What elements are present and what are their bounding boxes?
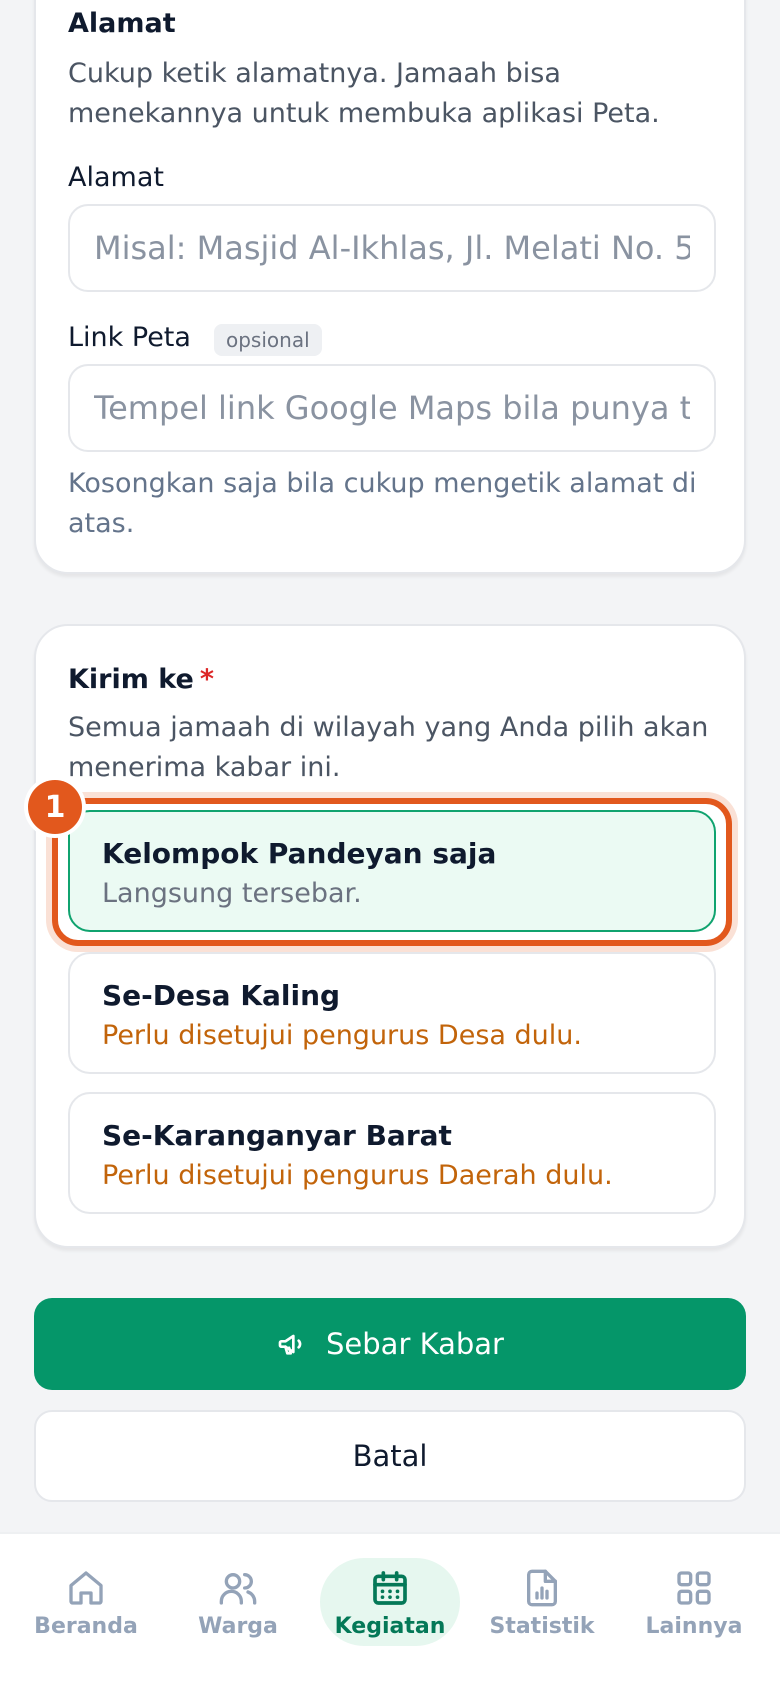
option-subtitle: Perlu disetujui pengurus Daerah dulu. — [102, 1160, 613, 1191]
calendar-icon — [373, 1571, 407, 1605]
option-subtitle: Langsung tersebar. — [102, 878, 362, 909]
chart-file-icon — [527, 1569, 557, 1607]
megaphone-icon — [278, 1334, 302, 1355]
nav-beranda[interactable]: Beranda — [16, 1534, 156, 1688]
send-to-card: Kirim ke * Semua jamaah di wilayah yang A… — [28, 624, 746, 1248]
address-section-desc: Cukup ketik alamatnya. Jamaah bisa menek… — [68, 58, 660, 129]
required-mark: * — [199, 664, 214, 695]
option-title: Se-Karanganyar Barat — [102, 1119, 452, 1152]
nav-lainnya[interactable]: Lainnya — [624, 1534, 764, 1688]
nav-label: Statistik — [489, 1614, 595, 1639]
nav-label: Warga — [198, 1614, 278, 1639]
nav-kegiatan[interactable]: Kegiatan — [320, 1534, 460, 1688]
nav-label: Beranda — [34, 1614, 138, 1639]
nav-warga[interactable]: Warga — [168, 1534, 308, 1688]
option-subtitle: Perlu disetujui pengurus Desa dulu. — [102, 1020, 582, 1051]
grid-icon — [677, 1571, 711, 1605]
sebar-kabar-label: Sebar Kabar — [326, 1327, 504, 1361]
sebar-kabar-button[interactable]: Sebar Kabar — [34, 1298, 746, 1390]
step-marker: 1 — [28, 780, 82, 834]
address-placeholder: Misal: Masjid Al-Ikhlas, Jl. Melati No. … — [94, 229, 690, 267]
map-link-placeholder: Tempel link Google Maps bila punya titik — [94, 389, 690, 427]
home-icon — [69, 1571, 103, 1605]
option-se-desa-kaling[interactable]: Se-Desa Kaling Perlu disetujui pengurus … — [68, 952, 716, 1074]
batal-label: Batal — [352, 1439, 428, 1473]
map-link-hint: Kosongkan saja bila cukup mengetik alama… — [68, 468, 697, 539]
users-icon — [219, 1573, 257, 1605]
send-to-title: Kirim ke * — [68, 664, 214, 695]
bottom-navigation: Beranda Warga Kegiatan Statistik Lainnya — [0, 1532, 780, 1688]
address-input[interactable]: Misal: Masjid Al-Ikhlas, Jl. Melati No. … — [68, 204, 716, 292]
map-link-input[interactable]: Tempel link Google Maps bila punya titik — [68, 364, 716, 452]
option-title: Kelompok Pandeyan saja — [102, 837, 497, 870]
nav-statistik[interactable]: Statistik — [472, 1534, 612, 1688]
address-section-title: Alamat — [68, 8, 176, 39]
optional-badge: opsional — [214, 324, 322, 356]
batal-button[interactable]: Batal — [34, 1410, 746, 1502]
address-card: Alamat Cukup ketik alamatnya. Jamaah bis… — [34, 0, 746, 574]
option-se-karanganyar-barat[interactable]: Se-Karanganyar Barat Perlu disetujui pen… — [68, 1092, 716, 1214]
option-title: Se-Desa Kaling — [102, 979, 341, 1012]
option-kelompok-pandeyan[interactable]: Kelompok Pandeyan saja Langsung tersebar… — [68, 810, 716, 932]
nav-label: Lainnya — [645, 1614, 743, 1639]
address-label: Alamat — [68, 162, 164, 193]
send-to-desc: Semua jamaah di wilayah yang Anda pilih … — [68, 712, 709, 783]
map-link-label: Link Peta — [68, 322, 191, 353]
send-to-title-text: Kirim ke — [68, 664, 194, 695]
nav-label: Kegiatan — [334, 1614, 446, 1639]
